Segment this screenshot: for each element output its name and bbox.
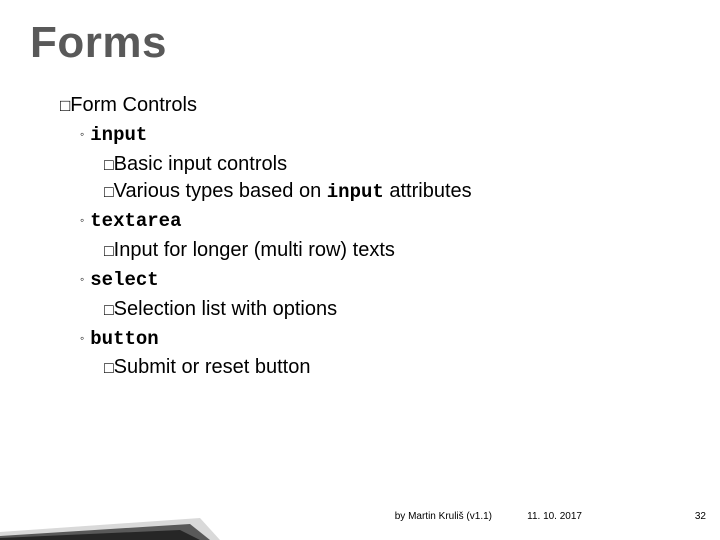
slide: Forms □Form Controls ◦input □Basic input… xyxy=(0,0,720,540)
slide-title: Forms xyxy=(30,18,167,68)
code-tag: button xyxy=(90,328,158,350)
bullet-square-icon: □ xyxy=(104,184,114,201)
list-subitem: □Submit or reset button xyxy=(104,354,472,381)
diamond-bullet-icon: ◦ xyxy=(80,272,84,286)
subitem-post: attributes xyxy=(384,180,472,202)
subitem-text: Basic input controls xyxy=(114,153,287,175)
content-area: □Form Controls ◦input □Basic input contr… xyxy=(60,92,472,381)
code-inline: input xyxy=(327,181,384,203)
subitem-pre: Various types based on xyxy=(114,180,327,202)
footer-byline: by Martin Kruliš (v1.1) xyxy=(395,511,492,522)
subitem-text: Submit or reset button xyxy=(114,356,311,378)
list-item: ◦ button xyxy=(80,325,472,353)
list-item: ◦ select xyxy=(80,266,472,294)
diamond-bullet-icon: ◦ xyxy=(80,127,84,141)
diamond-bullet-icon: ◦ xyxy=(80,331,84,345)
subitem-text: Input for longer (multi row) texts xyxy=(114,239,395,261)
subitem-text: Selection list with options xyxy=(114,298,337,320)
list-subitem: □Input for longer (multi row) texts xyxy=(104,237,472,264)
code-tag: textarea xyxy=(90,210,181,232)
section-prefix: Form xyxy=(70,94,117,116)
list-item: ◦ input xyxy=(80,121,472,149)
diamond-bullet-icon: ◦ xyxy=(80,213,84,227)
code-tag: select xyxy=(90,269,158,291)
section-rest: Controls xyxy=(117,94,197,116)
bullet-square-icon: □ xyxy=(104,360,114,377)
list-item: ◦ textarea xyxy=(80,207,472,235)
footer-page-number: 32 xyxy=(695,511,706,522)
list-subitem: □Various types based on input attributes xyxy=(104,178,472,206)
code-tag: input xyxy=(90,124,147,146)
bullet-square-icon: □ xyxy=(104,302,114,319)
footer-date: 11. 10. 2017 xyxy=(527,511,582,522)
bullet-square-icon: □ xyxy=(104,243,114,260)
corner-accent-icon xyxy=(0,510,220,540)
bullet-square-icon: □ xyxy=(60,96,70,115)
list-subitem: □Basic input controls xyxy=(104,151,472,178)
bullet-square-icon: □ xyxy=(104,157,114,174)
section-heading: □Form Controls xyxy=(60,92,472,119)
list-subitem: □Selection list with options xyxy=(104,296,472,323)
